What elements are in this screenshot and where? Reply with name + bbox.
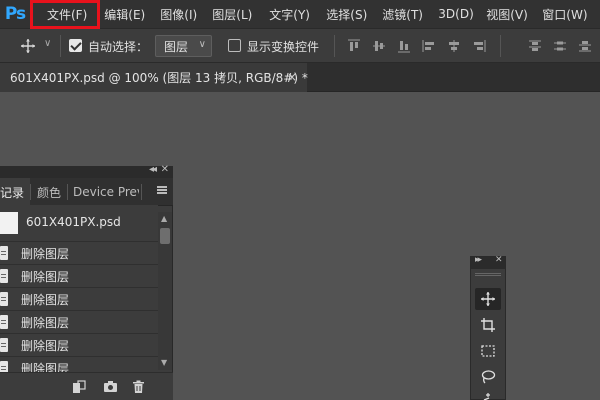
history-state[interactable]: 删除图层	[0, 287, 158, 309]
auto-select-label: 自动选择：	[88, 40, 149, 54]
align-bottom-icon[interactable]	[397, 39, 411, 53]
panel-header[interactable]: ◂◂ ✕	[0, 164, 173, 178]
history-state-icon	[0, 361, 8, 372]
magic-wand-icon	[483, 393, 490, 400]
menu-filter[interactable]: 滤镜(T)	[380, 0, 436, 29]
lasso-icon	[481, 370, 496, 384]
history-state-icon	[0, 315, 8, 329]
divider	[141, 184, 142, 200]
tools-panel: ▸▸ ✕	[470, 255, 506, 400]
distribute-vertical-center-icon[interactable]	[553, 39, 567, 53]
menu-image[interactable]: 图像(I)	[156, 0, 210, 29]
divider	[60, 35, 61, 57]
move-icon	[481, 292, 495, 306]
panel-tab-bar: 记录 颜色 Device Previ	[0, 178, 173, 206]
auto-select-target-value: 图层	[164, 39, 189, 54]
camera-icon[interactable]	[103, 380, 118, 393]
scroll-up-icon[interactable]: ▲	[161, 214, 167, 223]
align-vertical-center-icon[interactable]	[372, 39, 386, 53]
options-bar: ∨ 自动选择： 图层 ∨ 显示变换控件	[0, 29, 600, 63]
marquee-tool[interactable]	[475, 340, 501, 362]
collapse-panel-icon[interactable]: ◂◂	[149, 164, 157, 175]
menu-edit[interactable]: 编辑(E)	[100, 0, 156, 29]
history-state-label: 删除图层	[21, 293, 70, 307]
tool-preset-chevron-icon[interactable]: ∨	[44, 38, 51, 49]
panel-menu-icon[interactable]	[157, 186, 167, 194]
divider	[30, 184, 31, 200]
menu-bar: Ps 文件(F) 编辑(E) 图像(I) 图层(L) 文字(Y) 选择(S) 滤…	[0, 0, 600, 29]
history-scrollbar[interactable]: ▲ ▼	[158, 212, 172, 370]
chevron-down-icon: ∨	[198, 39, 206, 50]
divider	[500, 35, 501, 57]
history-state-label: 删除图层	[21, 316, 70, 330]
photoshop-logo[interactable]: Ps	[0, 0, 30, 29]
expand-panel-icon[interactable]: ▸▸	[475, 255, 482, 265]
history-state-icon	[0, 292, 8, 306]
history-snapshot[interactable]: 601X401PX.psd	[0, 205, 158, 239]
history-state[interactable]: 删除图层	[0, 241, 158, 263]
align-horizontal-center-icon[interactable]	[447, 39, 461, 53]
close-icon[interactable]: ×	[287, 70, 297, 84]
tab-color[interactable]: 颜色	[37, 178, 67, 206]
magic-wand-tool[interactable]	[475, 392, 501, 400]
history-state-label: 删除图层	[21, 339, 70, 353]
history-state[interactable]: 删除图层	[0, 310, 158, 332]
menu-file[interactable]: 文件(F)	[30, 0, 101, 29]
menu-3d[interactable]: 3D(D)	[436, 0, 484, 29]
menu-layer[interactable]: 图层(L)	[210, 0, 267, 29]
history-state-icon	[0, 338, 8, 352]
divider	[67, 184, 68, 200]
move-tool[interactable]	[475, 288, 501, 310]
menu-window[interactable]: 窗口(W)	[542, 0, 587, 29]
show-transform-checkbox[interactable]	[228, 39, 241, 52]
trash-icon[interactable]	[132, 380, 145, 394]
document-tab[interactable]: 601X401PX.psd @ 100% (图层 13 拷贝, RGB/8#) …	[0, 63, 308, 92]
history-state[interactable]: 删除图层	[0, 333, 158, 355]
menu-select[interactable]: 选择(S)	[324, 0, 380, 29]
tools-panel-header[interactable]: ▸▸ ✕	[471, 255, 505, 269]
panel-close-icon[interactable]: ✕	[495, 255, 503, 265]
distribute-bottom-icon[interactable]	[578, 39, 592, 53]
show-transform-label: 显示变换控件	[247, 40, 320, 54]
history-state-label: 删除图层	[21, 270, 70, 284]
align-left-icon[interactable]	[422, 39, 436, 53]
panel-close-icon[interactable]: ✕	[161, 164, 169, 175]
marquee-icon	[481, 345, 495, 357]
history-state-label: 删除图层	[21, 362, 70, 372]
artboard-tool[interactable]	[475, 314, 501, 336]
snapshot-thumbnail	[0, 212, 18, 234]
move-icon[interactable]	[20, 38, 36, 54]
divider	[334, 35, 335, 57]
distribute-top-icon[interactable]	[528, 39, 542, 53]
history-panel-footer	[0, 372, 173, 400]
artboard-icon	[481, 318, 495, 332]
snapshot-name: 601X401PX.psd	[26, 215, 121, 229]
scroll-down-icon[interactable]: ▼	[161, 358, 167, 367]
document-tab-bar: 601X401PX.psd @ 100% (图层 13 拷贝, RGB/8#) …	[0, 63, 600, 92]
scroll-thumb[interactable]	[160, 228, 170, 244]
menu-type[interactable]: 文字(Y)	[267, 0, 324, 29]
new-document-from-state-icon[interactable]	[72, 380, 86, 394]
lasso-tool[interactable]	[475, 366, 501, 388]
tab-device-preview[interactable]: Device Previ	[73, 178, 139, 206]
auto-select-checkbox[interactable]	[69, 39, 82, 52]
history-state[interactable]: 删除图层	[0, 264, 158, 286]
document-tab-title: 601X401PX.psd @ 100% (图层 13 拷贝, RGB/8#) …	[10, 71, 308, 85]
history-state[interactable]: 删除图层	[0, 356, 158, 372]
align-right-icon[interactable]	[472, 39, 486, 53]
history-state-icon	[0, 269, 8, 283]
history-state-label: 删除图层	[21, 247, 70, 261]
tab-history[interactable]: 记录	[0, 178, 30, 206]
align-top-icon[interactable]	[347, 39, 361, 53]
history-state-icon	[0, 246, 8, 260]
auto-select-target-dropdown[interactable]: 图层 ∨	[155, 35, 212, 57]
panel-grip[interactable]	[475, 273, 501, 276]
menu-view[interactable]: 视图(V)	[484, 0, 542, 29]
